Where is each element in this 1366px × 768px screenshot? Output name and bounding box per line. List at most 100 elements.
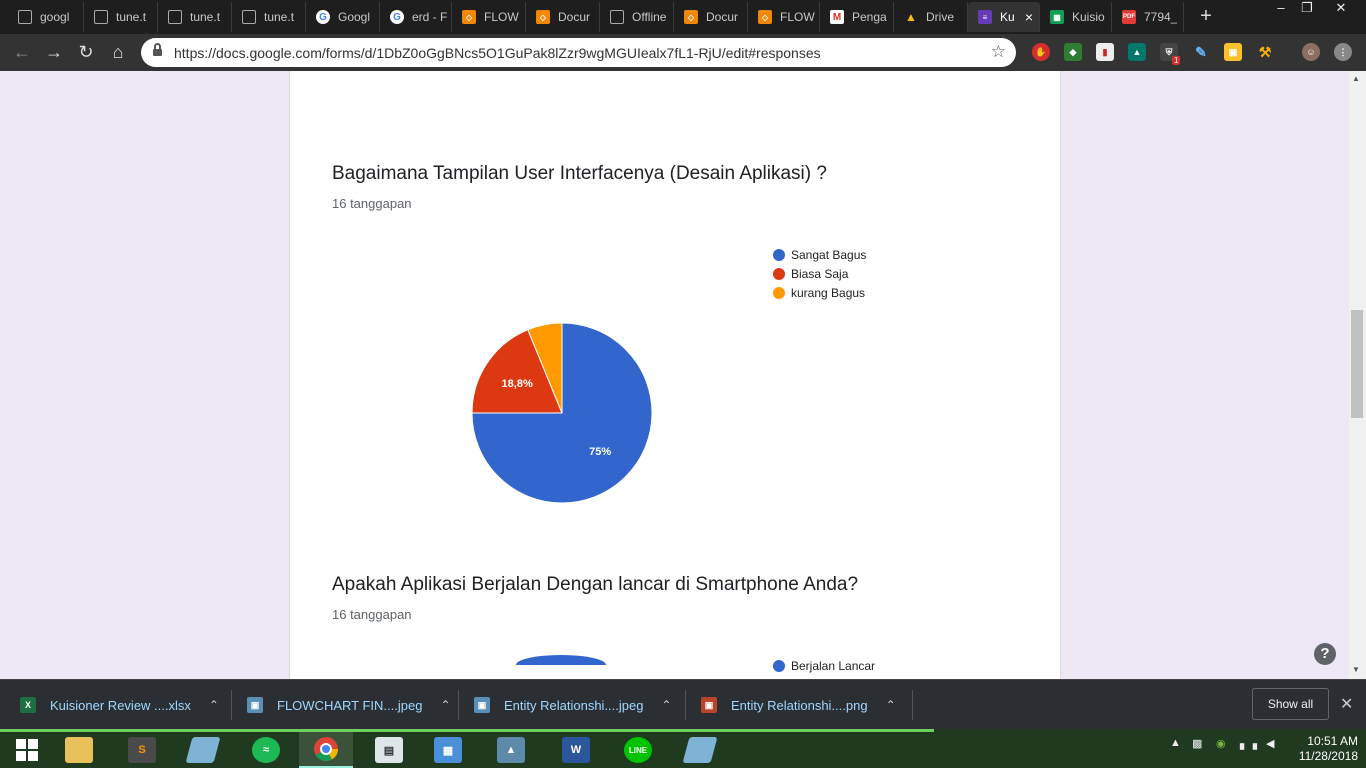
browser-tab[interactable]: ▦ Kuisio [1040, 2, 1112, 32]
reload-button[interactable]: ↻ [74, 41, 98, 65]
browser-tab[interactable]: ◇ FLOW [748, 2, 820, 32]
taskbar-notes[interactable] [176, 732, 230, 768]
profile-avatar[interactable]: ☺ [1302, 43, 1320, 61]
png-icon: ▣ [701, 697, 717, 713]
browser-tab[interactable]: Offline [600, 2, 674, 32]
browser-tab[interactable]: ≡ Ku × [968, 2, 1040, 32]
pie-2-top-slice [516, 655, 606, 665]
maximize-button[interactable]: ❐ [1292, 0, 1322, 18]
close-window-button[interactable]: ✕ [1326, 0, 1356, 18]
lock-icon [153, 43, 162, 57]
extension-green-icon[interactable]: ◆ [1064, 43, 1082, 61]
doc-icon [18, 10, 32, 24]
drawio-icon: ◇ [462, 10, 476, 24]
bookmark-star-icon[interactable]: ☆ [991, 42, 1006, 62]
tray-network-app-icon[interactable]: ◉ [1216, 737, 1226, 750]
taskbar-chrome[interactable] [299, 732, 353, 768]
extension-teal-icon[interactable]: ▲ [1128, 43, 1146, 61]
browser-tab[interactable]: PDF 7794_ [1112, 2, 1184, 32]
start-button[interactable] [0, 732, 54, 768]
forward-button[interactable]: → [42, 41, 66, 65]
browser-tab[interactable]: ◇ Docur [526, 2, 600, 32]
gmail-icon: M [830, 10, 844, 24]
taskbar-clock[interactable]: 10:51 AM 11/28/2018 [1288, 734, 1358, 764]
tab-title: erd - F [412, 10, 448, 24]
browser-tab[interactable]: ◇ Docur [674, 2, 748, 32]
browser-tab[interactable]: ▲ Drive [894, 2, 968, 32]
home-button[interactable]: ⌂ [106, 41, 130, 65]
tray-volume-icon[interactable]: ◀ [1266, 737, 1274, 750]
browser-tab[interactable]: tune.t [232, 2, 306, 32]
taskbar-line[interactable]: LINE [611, 732, 665, 768]
google-icon: G [390, 10, 404, 24]
taskbar-reader[interactable]: ▤ [362, 732, 416, 768]
image-icon: ▣ [247, 697, 263, 713]
browser-tab[interactable]: Gerd - F [380, 2, 452, 32]
address-bar[interactable]: https://docs.google.com/forms/d/1DbZ0oGg… [141, 38, 1016, 67]
browser-tab[interactable]: tune.t [158, 2, 232, 32]
scroll-up-arrow-icon[interactable]: ▲ [1352, 74, 1360, 83]
browser-tab[interactable]: ◇ FLOW [452, 2, 526, 32]
photos-icon: ▲ [497, 737, 525, 763]
notes-icon [185, 737, 221, 763]
taskbar-word[interactable]: W [549, 732, 603, 768]
page-scrollbar[interactable]: ▲ ▼ [1349, 71, 1366, 679]
tray-expand-icon[interactable]: ▲ [1170, 737, 1181, 749]
taskbar-photos[interactable]: ▲ [484, 732, 538, 768]
close-shelf-icon[interactable]: ✕ [1340, 694, 1353, 714]
download-item[interactable]: ▣ Entity Relationshi....png ⌃ [701, 680, 896, 730]
browser-toolbar: ← → ↻ ⌂ https://docs.google.com/forms/d/… [0, 34, 1366, 71]
image-icon: ▣ [474, 697, 490, 713]
tab-title: tune.t [264, 10, 295, 24]
sheets-icon: ▦ [1050, 10, 1064, 24]
show-all-button[interactable]: Show all [1252, 688, 1329, 720]
browser-tab[interactable]: G Googl [306, 2, 380, 32]
clock-time: 10:51 AM [1307, 734, 1358, 748]
drawio-icon: ◇ [684, 10, 698, 24]
download-options-icon[interactable]: ⌃ [209, 698, 219, 712]
help-button[interactable]: ? [1314, 643, 1336, 665]
download-item[interactable]: ▣ Entity Relationshi....jpeg ⌃ [474, 680, 672, 730]
extension-pen-icon[interactable]: ✎ [1192, 43, 1210, 61]
tray-signal-icon[interactable]: ▖▗ [1240, 737, 1257, 750]
extension-adblock-icon[interactable]: ✋ [1032, 43, 1050, 61]
browser-tab[interactable]: googl [8, 2, 84, 32]
browser-tab[interactable]: M Penga [820, 2, 894, 32]
doc-icon [242, 10, 256, 24]
taskbar-sublime[interactable]: S [115, 732, 169, 768]
clock-date: 11/28/2018 [1298, 749, 1358, 763]
download-item[interactable]: ▣ FLOWCHART FIN....jpeg ⌃ [247, 680, 451, 730]
browser-menu-icon[interactable]: ⋮ [1334, 43, 1352, 61]
taskbar-spotify[interactable]: ≈ [239, 732, 293, 768]
extension-yellow-icon[interactable]: ▣ [1224, 43, 1242, 61]
download-options-icon[interactable]: ⌃ [661, 698, 671, 712]
back-button[interactable]: ← [10, 41, 34, 65]
taskbar-file-explorer[interactable] [52, 732, 106, 768]
spotify-icon: ≈ [252, 737, 280, 763]
drawio-icon: ◇ [758, 10, 772, 24]
scroll-down-arrow-icon[interactable]: ▼ [1352, 665, 1360, 674]
taskbar-app[interactable] [673, 732, 727, 768]
drawio-icon: ◇ [536, 10, 550, 24]
app-icon [682, 737, 718, 763]
download-item[interactable]: X Kuisioner Review ....xlsx ⌃ [20, 680, 219, 730]
close-tab-icon[interactable]: × [1025, 9, 1033, 25]
page-viewport: Bagaimana Tampilan User Interfacenya (De… [0, 71, 1366, 679]
excel-icon: X [20, 697, 36, 713]
legend-item-2: Berjalan Lancar [773, 659, 875, 673]
download-options-icon[interactable]: ⌃ [886, 698, 896, 712]
tab-title: FLOW [780, 10, 815, 24]
extension-save-icon[interactable]: ▮ [1096, 43, 1114, 61]
line-icon: LINE [624, 737, 652, 763]
tab-title: 7794_ [1144, 10, 1178, 24]
new-tab-button[interactable]: + [1194, 5, 1218, 29]
tray-device-icon[interactable]: ▩ [1192, 737, 1202, 750]
taskbar-control-panel[interactable]: ▦ [421, 732, 475, 768]
browser-tab[interactable]: tune.t [84, 2, 158, 32]
download-separator [685, 690, 686, 720]
scroll-thumb[interactable] [1351, 310, 1363, 418]
google-icon: G [316, 10, 330, 24]
windows-logo-icon [16, 739, 38, 761]
extension-pick-icon[interactable]: ⚒ [1256, 43, 1274, 61]
download-options-icon[interactable]: ⌃ [440, 698, 450, 712]
